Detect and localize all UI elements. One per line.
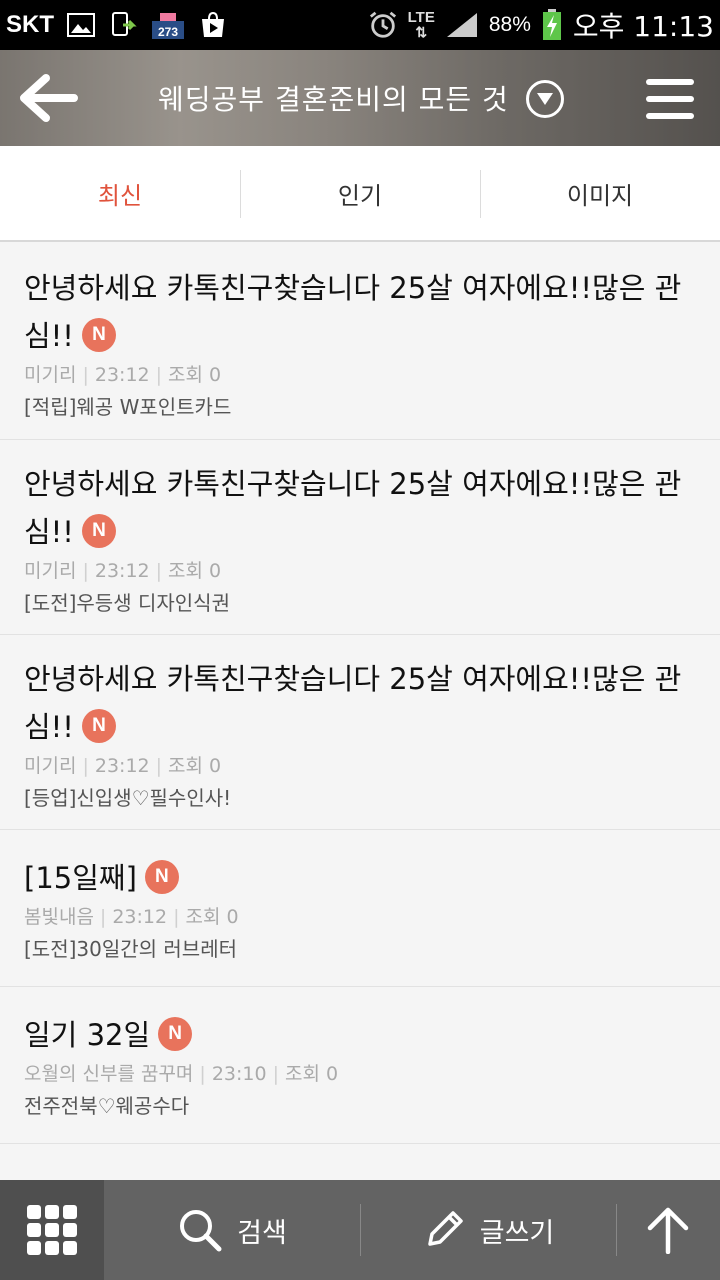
search-label: 검색 xyxy=(237,1217,287,1249)
post-time: 23:12 xyxy=(94,755,150,777)
calendar-badge-text: 273 xyxy=(158,25,178,39)
post-author: 봄빛내음 xyxy=(24,906,94,928)
list-item[interactable]: 안녕하세요 카톡친구찾습니다 25살 여자에요!!많은 관심!! N 미기리 | 23… xyxy=(0,440,720,635)
play-store-icon xyxy=(198,10,228,40)
status-bar: SKT 273 LTE ⇅ 88% 오후 11:13 xyxy=(0,0,720,50)
post-title: [15일째] N xyxy=(24,854,696,902)
new-badge: N xyxy=(81,514,116,548)
post-board: [도전]30일간의 러브레터 xyxy=(24,937,238,961)
new-badge: N xyxy=(81,709,116,743)
post-title-text: 안녕하세요 카톡친구찾습니다 25살 여자에요!!많은 관심!! xyxy=(24,467,682,549)
battery-percent: 88% xyxy=(488,13,531,36)
write-button[interactable]: 글쓰기 xyxy=(360,1180,616,1280)
post-meta: 미기리 | 23:12 | 조회 0 xyxy=(24,560,222,582)
post-title: 안녕하세요 카톡친구찾습니다 25살 여자에요!!많은 관심!! N xyxy=(24,655,696,751)
menu-line xyxy=(646,79,694,85)
menu-line xyxy=(646,113,694,119)
pencil-icon xyxy=(427,1211,463,1246)
list-item[interactable]: 일기 32일 N 오월의 신부를 꿈꾸며 | 23:10 | 조회 0 전주전북♡웨공수다 xyxy=(0,987,720,1144)
back-button[interactable] xyxy=(16,70,80,126)
post-title: 안녕하세요 카톡친구찾습니다 25살 여자에요!!많은 관심!! N xyxy=(24,460,696,556)
grid-icon xyxy=(27,1205,77,1255)
scroll-top-button[interactable] xyxy=(616,1180,720,1280)
post-meta: 미기리 | 23:12 | 조회 0 xyxy=(24,364,222,386)
post-list: 안녕하세요 카톡친구찾습니다 25살 여자에요!!많은 관심!! N 미기리 | 23… xyxy=(0,244,720,1144)
search-icon xyxy=(180,1210,222,1252)
post-title-text: [15일째] xyxy=(24,861,137,895)
post-title-text: 안녕하세요 카톡친구찾습니다 25살 여자에요!!많은 관심!! xyxy=(24,662,682,744)
post-author: 미기리 xyxy=(24,755,77,777)
new-badge: N xyxy=(158,1017,193,1051)
clock: 오후 11:13 xyxy=(572,10,714,43)
carrier-label: SKT xyxy=(6,11,54,38)
post-board: [적립]웨공 W포인트카드 xyxy=(24,395,232,419)
list-item[interactable]: 안녕하세요 카톡친구찾습니다 25살 여자에요!!많은 관심!! N 미기리 | 23… xyxy=(0,635,720,830)
new-badge: N xyxy=(81,318,116,352)
post-title: 안녕하세요 카톡친구찾습니다 25살 여자에요!!많은 관심!! N xyxy=(24,264,696,360)
menu-line xyxy=(646,96,694,102)
bottom-toolbar: 검색 글쓰기 xyxy=(0,1180,720,1280)
menu-button[interactable] xyxy=(646,79,694,119)
signal-icon xyxy=(445,10,479,40)
tab-bar: 최신 인기 이미지 xyxy=(0,146,720,242)
arrow-up-icon xyxy=(647,1207,689,1254)
post-title: 일기 32일 N xyxy=(24,1011,696,1059)
tab-latest[interactable]: 최신 xyxy=(0,146,240,240)
tab-popular[interactable]: 인기 xyxy=(240,146,480,240)
post-author: 오월의 신부를 꿈꾸며 xyxy=(24,1063,194,1085)
post-time: 23:12 xyxy=(94,364,150,386)
apps-grid-button[interactable] xyxy=(0,1180,104,1280)
battery-charging-icon xyxy=(541,9,563,40)
post-time: 23:12 xyxy=(112,906,168,928)
new-badge: N xyxy=(144,860,179,894)
write-label: 글쓰기 xyxy=(479,1217,555,1249)
post-views: 조회 0 xyxy=(284,1063,339,1085)
post-author: 미기리 xyxy=(24,364,77,386)
phone-transfer-icon xyxy=(108,10,138,40)
gallery-icon xyxy=(66,10,96,40)
search-button[interactable]: 검색 xyxy=(104,1180,360,1280)
post-board: [도전]우등생 디자인식권 xyxy=(24,591,230,615)
post-title-text: 안녕하세요 카톡친구찾습니다 25살 여자에요!!많은 관심!! xyxy=(24,271,682,353)
title-dropdown-button[interactable] xyxy=(526,80,564,118)
post-author: 미기리 xyxy=(24,560,77,582)
alarm-icon xyxy=(368,10,398,40)
chevron-down-icon xyxy=(537,93,553,105)
back-arrow-icon xyxy=(20,74,78,122)
list-item[interactable]: [15일째] N 봄빛내음 | 23:12 | 조회 0 [도전]30일간의 러브레터 xyxy=(0,830,720,987)
list-item[interactable]: 안녕하세요 카톡친구찾습니다 25살 여자에요!!많은 관심!! N 미기리 | 23… xyxy=(0,244,720,440)
post-meta: 미기리 | 23:12 | 조회 0 xyxy=(24,755,222,777)
app-header: 웨딩공부 결혼준비의 모든 것 xyxy=(0,50,720,146)
post-title-text: 일기 32일 xyxy=(24,1018,151,1052)
post-views: 조회 0 xyxy=(185,906,239,928)
post-time: 23:10 xyxy=(211,1063,267,1085)
post-meta: 봄빛내음 | 23:12 | 조회 0 xyxy=(24,906,239,928)
page-title[interactable]: 웨딩공부 결혼준비의 모든 것 xyxy=(158,78,509,118)
post-board: 전주전북♡웨공수다 xyxy=(24,1094,190,1118)
post-time: 23:12 xyxy=(94,560,150,582)
network-indicator: LTE ⇅ xyxy=(407,8,435,40)
calendar-icon: 273 xyxy=(150,10,186,40)
tab-images[interactable]: 이미지 xyxy=(480,146,720,240)
post-views: 조회 0 xyxy=(168,755,222,777)
post-views: 조회 0 xyxy=(168,364,222,386)
post-board: [등업]신입생♡필수인사! xyxy=(24,786,232,810)
post-meta: 오월의 신부를 꿈꾸며 | 23:10 | 조회 0 xyxy=(24,1063,339,1085)
post-views: 조회 0 xyxy=(168,560,222,582)
